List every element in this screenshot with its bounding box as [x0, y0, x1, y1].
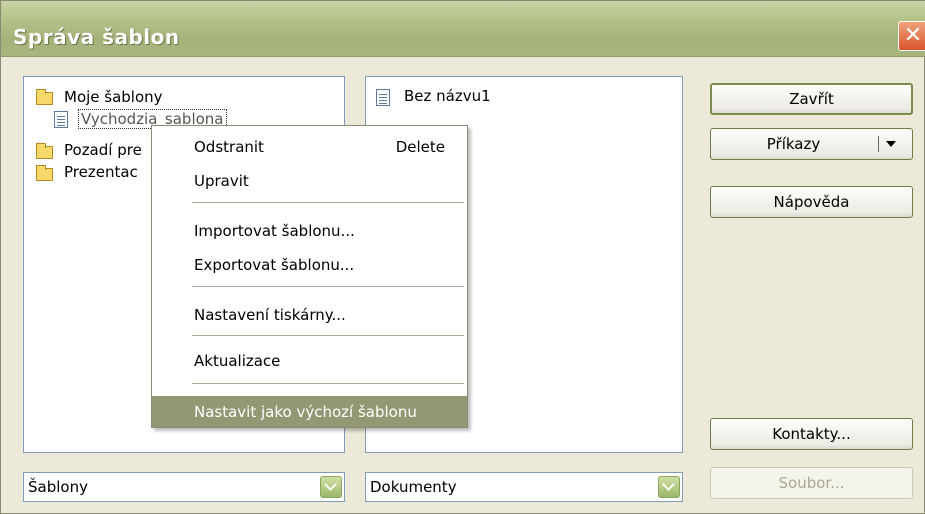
close-button[interactable]: Zavřít — [710, 83, 913, 115]
menu-item-update[interactable]: Aktualizace — [152, 347, 467, 375]
menu-item-label: Nastavit jako výchozí šablonu — [194, 403, 417, 421]
template-manager-dialog: Správa šablon ✕ Moje šablony Vychodzia_s… — [0, 0, 925, 514]
tree-item-backgrounds[interactable]: Pozadí pre — [34, 140, 164, 162]
context-menu: Odstranit Delete Upravit Importovat šabl… — [151, 125, 468, 428]
tree-item-presentations[interactable]: Prezentac — [34, 162, 164, 184]
tree-item-label: Bez názvu1 — [404, 87, 491, 105]
tree-item-label: Pozadí pre — [64, 141, 142, 159]
document-source-select[interactable]: Dokumenty — [365, 472, 683, 502]
menu-item-label: Exportovat šablonu... — [194, 256, 355, 274]
menu-separator — [192, 202, 464, 203]
folder-icon — [36, 165, 53, 181]
tree-item-my-templates[interactable]: Moje šablony — [34, 87, 284, 109]
tree-item-label: Moje šablony — [64, 88, 163, 106]
menu-item-printer-settings[interactable]: Nastavení tiskárny... — [152, 301, 467, 329]
menu-item-edit[interactable]: Upravit — [152, 167, 467, 195]
menu-item-label: Odstranit — [194, 138, 264, 156]
menu-item-delete[interactable]: Odstranit Delete — [152, 133, 467, 161]
dropdown-arrow-icon[interactable] — [886, 141, 896, 147]
select-value: Šablony — [28, 478, 88, 496]
template-source-select[interactable]: Šablony — [23, 472, 345, 502]
menu-item-label: Aktualizace — [194, 352, 281, 370]
menu-separator — [192, 286, 464, 287]
split-separator — [878, 136, 879, 152]
document-icon — [54, 111, 68, 128]
help-button[interactable]: Nápověda — [710, 186, 913, 218]
chevron-down-icon[interactable] — [658, 476, 680, 498]
open-folder-icon — [36, 89, 53, 105]
window-title: Správa šablon — [13, 25, 180, 49]
file-button[interactable]: Soubor... — [710, 467, 913, 499]
tree-item-untitled[interactable]: Bez názvu1 — [374, 86, 574, 108]
menu-item-shortcut: Delete — [395, 138, 445, 156]
menu-item-label: Upravit — [194, 172, 249, 190]
menu-item-label: Importovat šablonu... — [194, 222, 355, 240]
title-bar[interactable]: Správa šablon ✕ — [1, 1, 925, 57]
commands-label: Příkazy — [766, 135, 821, 153]
chevron-down-icon[interactable] — [320, 476, 342, 498]
folder-icon — [36, 143, 53, 159]
commands-button[interactable]: Příkazy — [710, 128, 913, 160]
close-window-button[interactable]: ✕ — [898, 21, 925, 51]
menu-separator — [192, 335, 464, 336]
menu-item-export-template[interactable]: Exportovat šablonu... — [152, 251, 467, 279]
select-value: Dokumenty — [370, 478, 457, 496]
menu-separator — [192, 383, 464, 384]
contacts-button[interactable]: Kontakty... — [710, 418, 913, 450]
menu-item-set-default[interactable]: Nastavit jako výchozí šablonu — [152, 396, 467, 427]
close-icon: ✕ — [903, 23, 923, 48]
document-icon — [376, 89, 390, 106]
tree-item-label: Prezentac — [64, 163, 138, 181]
menu-item-label: Nastavení tiskárny... — [194, 306, 346, 324]
menu-item-import-template[interactable]: Importovat šablonu... — [152, 217, 467, 245]
